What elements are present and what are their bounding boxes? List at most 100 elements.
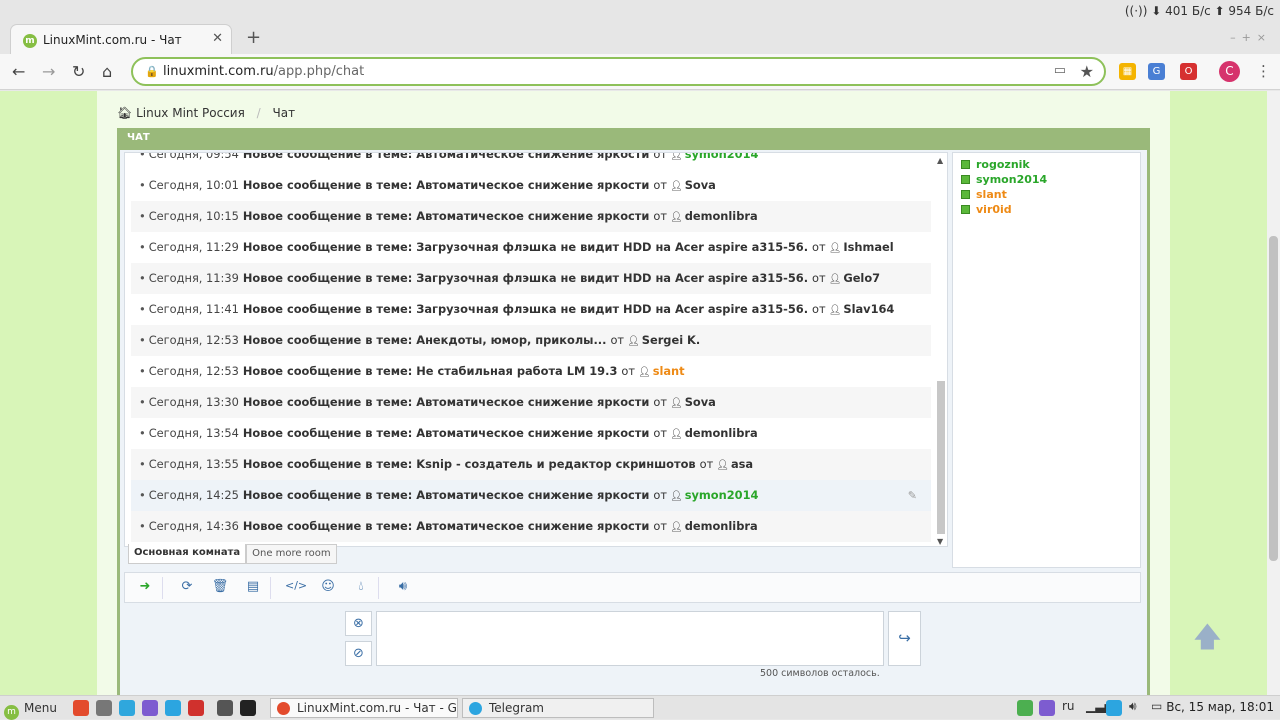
tab-one-more-room[interactable]: One more room — [246, 544, 337, 564]
page-scroll-thumb[interactable] — [1269, 236, 1278, 561]
online-user-name[interactable]: vir0id — [976, 203, 1012, 216]
window-controls[interactable]: –+× — [1230, 31, 1272, 44]
skype-launcher-icon[interactable] — [119, 700, 135, 716]
color-drop-icon[interactable]: 💧︎ — [351, 579, 371, 594]
new-tab-icon[interactable]: + — [246, 27, 261, 48]
forward-icon[interactable]: → — [42, 62, 55, 81]
url-text[interactable]: linuxmint.com.ru/app.php/chat — [163, 64, 364, 79]
message-author[interactable]: Sova — [685, 395, 716, 409]
volume-icon[interactable]: 🔊︎ — [393, 579, 413, 594]
start-menu-button[interactable]: m Menu — [4, 698, 57, 720]
online-user[interactable]: rogoznik — [961, 158, 1030, 172]
message-author[interactable]: slant — [653, 364, 685, 378]
opera-extension-icon[interactable]: O — [1180, 63, 1197, 80]
terminal-launcher-icon[interactable] — [240, 700, 256, 716]
message-by: от — [621, 364, 635, 378]
message-text[interactable]: Новое сообщение в теме: Загрузочная флэш… — [243, 302, 808, 316]
close-tab-icon[interactable]: ✕ — [212, 31, 223, 46]
message-input[interactable] — [376, 611, 884, 666]
back-icon[interactable]: ← — [12, 62, 25, 81]
message-author[interactable]: Slav164 — [843, 302, 894, 316]
online-user-name[interactable]: slant — [976, 188, 1007, 201]
task-telegram[interactable]: Telegram — [462, 698, 654, 718]
bookmark-star-icon[interactable]: ★ — [1080, 62, 1094, 81]
volume-tray-icon[interactable]: 🔊︎ — [1129, 699, 1137, 714]
terminal-red-launcher-icon[interactable] — [188, 700, 204, 716]
bullet: • — [139, 395, 146, 409]
home-icon[interactable]: ⌂ — [102, 62, 112, 81]
telegram-launcher-icon[interactable] — [165, 700, 181, 716]
keyboard-layout[interactable]: ru — [1062, 699, 1075, 713]
telegram-tray-icon[interactable] — [1106, 700, 1122, 716]
chat-panel-body: • Сегодня, 09:54 Новое сообщение в теме: А… — [120, 150, 1147, 695]
message-text[interactable]: Новое сообщение в теме: Не стабильная ра… — [243, 364, 617, 378]
user-icon: 👤︎ — [670, 491, 683, 502]
message-text[interactable]: Новое сообщение в теме: Автоматическое с… — [243, 395, 650, 409]
message-author[interactable]: Ishmael — [843, 240, 893, 254]
page-scrollbar[interactable] — [1267, 91, 1280, 695]
message-author[interactable]: asa — [731, 457, 753, 471]
message-author[interactable]: demonlibra — [685, 209, 758, 223]
online-user[interactable]: slant — [961, 188, 1007, 202]
online-user[interactable]: vir0id — [961, 203, 1012, 217]
address-bar[interactable]: 🔒 linuxmint.com.ru/app.php/chat ▭ ★ — [131, 57, 1106, 86]
online-status-icon — [961, 205, 970, 214]
viber-tray-icon[interactable] — [1039, 700, 1055, 716]
message-text[interactable]: Новое сообщение в теме: Автоматическое с… — [243, 209, 650, 223]
breadcrumb-current[interactable]: Чат — [273, 106, 296, 120]
message-author[interactable]: symon2014 — [685, 488, 759, 502]
update-manager-icon[interactable] — [1017, 700, 1033, 716]
enter-icon[interactable]: ➜ — [135, 579, 155, 594]
code-icon[interactable]: </> — [285, 579, 307, 592]
message-text[interactable]: Новое сообщение в теме: Загрузочная флэш… — [243, 240, 808, 254]
message-author[interactable]: Sergei K. — [642, 333, 700, 347]
message-by: от — [610, 333, 625, 347]
breadcrumb-home-link[interactable]: Linux Mint Россия — [136, 106, 245, 120]
archive-icon[interactable]: ▤ — [243, 579, 263, 594]
list-item: • Сегодня, 14:36 Новое сообщение в теме: А… — [131, 511, 931, 542]
edit-icon[interactable]: ✎ — [908, 480, 917, 511]
cancel-icon[interactable]: ⊗ — [345, 611, 372, 636]
battery-icon[interactable]: ▭ — [1151, 699, 1162, 713]
message-text[interactable]: Новое сообщение в теме: Автоматическое с… — [243, 426, 650, 440]
message-text[interactable]: Новое сообщение в теме: Анекдоты, юмор, … — [243, 333, 607, 347]
files-launcher-icon[interactable] — [96, 700, 112, 716]
online-user-name[interactable]: rogoznik — [976, 158, 1030, 171]
message-text[interactable]: Новое сообщение в теме: Автоматическое с… — [243, 488, 650, 502]
message-author[interactable]: Gelo7 — [843, 271, 880, 285]
chrome-launcher-icon[interactable] — [73, 700, 89, 716]
trash-icon[interactable]: 🗑︎ — [210, 579, 230, 594]
tab-main-room[interactable]: Основная комната — [128, 544, 247, 564]
reload-icon[interactable]: ↻ — [72, 62, 85, 81]
task-chrome[interactable]: LinuxMint.com.ru - Чат - G... — [270, 698, 458, 718]
online-user-name[interactable]: symon2014 — [976, 173, 1047, 186]
message-author[interactable]: demonlibra — [685, 426, 758, 440]
clock[interactable]: Вс, 15 мар, 18:01 — [1166, 700, 1274, 714]
scroll-up-icon[interactable]: ▲ — [937, 156, 943, 165]
message-text[interactable]: Новое сообщение в теме: Ksnip - создател… — [243, 457, 696, 471]
scroll-to-top-icon[interactable]: 🡅 — [1193, 616, 1222, 664]
refresh-icon[interactable]: ⟳ — [177, 579, 197, 594]
profile-avatar[interactable]: C — [1219, 61, 1240, 82]
scroll-down-icon[interactable]: ▼ — [937, 537, 943, 546]
smiley-icon[interactable]: ☺ — [318, 579, 338, 594]
message-author[interactable]: Sova — [685, 178, 716, 192]
translate-icon[interactable]: G — [1148, 63, 1165, 80]
browser-tab[interactable]: m LinuxMint.com.ru - Чат ✕ — [10, 24, 232, 54]
menu-kebab-icon[interactable]: ⋮ — [1256, 62, 1271, 80]
message-text[interactable]: Новое сообщение в теме: Автоматическое с… — [243, 519, 650, 533]
block-icon[interactable]: ⊘ — [345, 641, 372, 666]
show-desktop-icon[interactable] — [217, 700, 233, 716]
viber-launcher-icon[interactable] — [142, 700, 158, 716]
send-icon[interactable]: ↪ — [888, 611, 921, 666]
browser-toolbar: ← → ↻ ⌂ 🔒 linuxmint.com.ru/app.php/chat … — [0, 54, 1280, 90]
message-text[interactable]: Новое сообщение в теме: Загрузочная флэш… — [243, 271, 808, 285]
online-user[interactable]: symon2014 — [961, 173, 1047, 187]
message-author[interactable]: demonlibra — [685, 519, 758, 533]
download-arrow-icon: ⬇ — [1151, 4, 1162, 18]
message-text[interactable]: Новое сообщение в теме: Автоматическое с… — [243, 178, 650, 192]
scroll-thumb[interactable] — [937, 381, 945, 534]
cast-icon[interactable]: ▭ — [1054, 63, 1066, 78]
message-list-scrollbar[interactable]: ▲ ▼ — [934, 156, 947, 546]
extension-icon[interactable]: ▦ — [1119, 63, 1136, 80]
